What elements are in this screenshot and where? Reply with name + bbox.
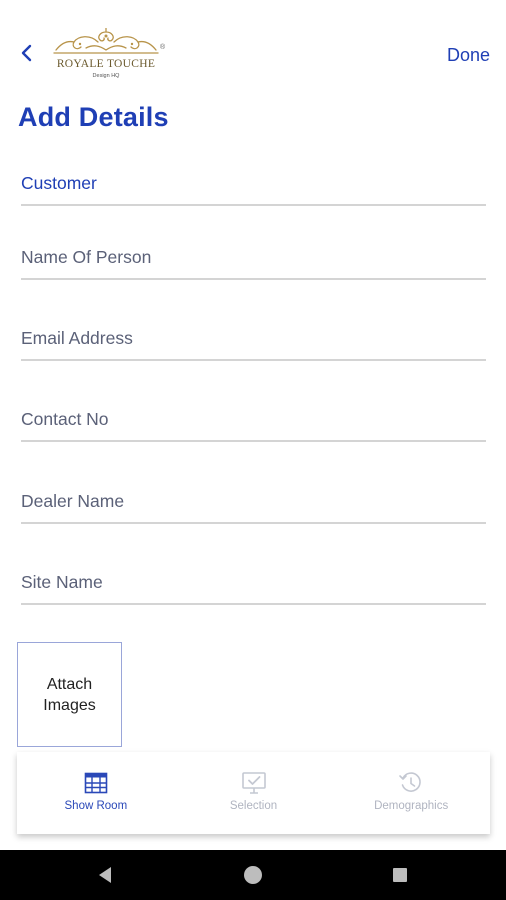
system-navigation-bar [0,850,506,900]
field-underline [21,603,486,605]
attach-label-line1: Attach [46,675,93,693]
attach-label-line2: Images [43,696,96,714]
field-underline [21,204,486,206]
system-home-button[interactable] [241,863,265,887]
nav-label: Demographics [374,800,449,812]
selection-icon [241,770,267,796]
field-label: Customer [21,173,97,193]
done-button[interactable]: Done [447,45,490,66]
logo-ornament [53,28,159,54]
field-underline [21,522,486,524]
nav-show-room[interactable]: Show Room [17,752,175,834]
site-name-field[interactable]: Site Name [21,565,486,605]
chevron-left-icon [21,44,33,67]
field-label: Contact No [21,409,109,429]
field-label: Email Address [21,328,133,348]
field-underline [21,440,486,442]
contact-no-field[interactable]: Contact No [21,402,486,442]
nav-selection[interactable]: Selection [175,752,333,834]
attach-images-button[interactable]: Attach Images [17,642,122,747]
triangle-back-icon [99,867,111,883]
top-bar: ROYALE TOUCHE Design HQ ® Done [0,0,506,100]
system-back-button[interactable] [93,863,117,887]
circle-home-icon [244,866,262,884]
back-button[interactable] [14,40,40,70]
nav-label: Show Room [64,800,128,812]
royale-touche-logo: ROYALE TOUCHE Design HQ ® [50,28,172,84]
field-label: Name Of Person [21,247,152,267]
field-underline [21,278,486,280]
field-label: Dealer Name [21,491,125,511]
dealer-name-field[interactable]: Dealer Name [21,484,486,524]
bottom-navigation: Show Room Selection Demographics [17,752,490,834]
customer-field[interactable]: Customer [21,166,486,206]
attach-images-label: Attach Images [43,674,95,716]
nav-demographics[interactable]: Demographics [332,752,490,834]
nav-label: Selection [229,800,278,812]
history-icon [398,770,424,796]
name-of-person-field[interactable]: Name Of Person [21,240,486,280]
logo-text: ROYALE TOUCHE [56,58,156,70]
registered-mark: ® [160,44,166,51]
email-address-field[interactable]: Email Address [21,321,486,361]
showroom-icon [84,770,108,796]
system-recents-button[interactable] [388,863,412,887]
field-underline [21,359,486,361]
page-title: Add Details [18,102,169,132]
square-recents-icon [393,868,407,882]
logo-subtitle: Design HQ [92,73,120,79]
field-label: Site Name [21,572,103,592]
